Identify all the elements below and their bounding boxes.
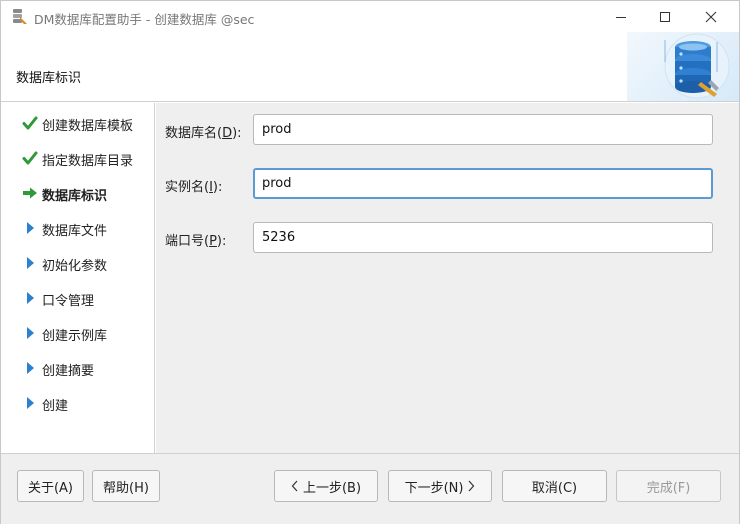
- triangle-right-icon: [21, 359, 39, 377]
- database-identity-form: 数据库名(D): 实例名(I): 端口号(P):: [156, 103, 739, 453]
- step-database-identity: 数据库标识: [3, 182, 155, 204]
- step-label: 数据库文件: [42, 224, 108, 239]
- step-database-files: 数据库文件: [3, 217, 155, 239]
- port-input[interactable]: [253, 222, 713, 253]
- step-create-template: 创建数据库模板: [3, 112, 155, 134]
- previous-button[interactable]: 上一步(B): [274, 470, 378, 502]
- close-icon: [705, 11, 717, 22]
- previous-button-label: 上一步(B): [302, 480, 362, 496]
- step-label: 初始化参数: [42, 259, 108, 274]
- finish-button-label: 完成(F): [646, 480, 691, 496]
- step-init-params: 初始化参数: [3, 252, 155, 274]
- cancel-button-label: 取消(C): [531, 480, 578, 496]
- db-name-label: 数据库名(D):: [165, 126, 242, 141]
- step-label: 创建摘要: [42, 364, 95, 379]
- chevron-right-icon: [468, 480, 475, 492]
- triangle-right-icon: [21, 394, 39, 412]
- step-specify-directory: 指定数据库目录: [3, 147, 155, 169]
- triangle-right-icon: [21, 289, 39, 307]
- wizard-footer: 关于(A) 帮助(H) 上一步(B) 下一步(N) 取消(C) 完成(F): [1, 453, 739, 524]
- finish-button[interactable]: 完成(F): [616, 470, 721, 502]
- step-create-summary: 创建摘要: [3, 357, 155, 379]
- help-button-label: 帮助(H): [103, 480, 149, 496]
- close-button[interactable]: [688, 1, 734, 32]
- title-bar: DM数据库配置助手 - 创建数据库 @sec: [1, 1, 739, 32]
- check-icon: [21, 114, 39, 132]
- step-label: 口令管理: [42, 294, 95, 309]
- cancel-button[interactable]: 取消(C): [502, 470, 607, 502]
- minimize-icon: [616, 16, 626, 18]
- next-button-label: 下一步(N): [404, 480, 464, 496]
- about-button-label: 关于(A): [27, 480, 74, 496]
- instance-name-input[interactable]: [253, 168, 713, 199]
- page-header: 数据库标识: [1, 32, 739, 102]
- triangle-right-icon: [21, 324, 39, 342]
- triangle-right-icon: [21, 254, 39, 272]
- wizard-steps-sidebar: 创建数据库模板 指定数据库目录 数据库标识 数据库文件 初始化参数 口令管理 创…: [3, 103, 155, 453]
- arrow-right-icon: [21, 184, 39, 202]
- step-label: 创建示例库: [42, 329, 108, 344]
- maximize-button[interactable]: [642, 1, 688, 32]
- check-icon: [21, 149, 39, 167]
- header-banner: [627, 32, 739, 101]
- port-label: 端口号(P):: [165, 234, 227, 249]
- minimize-button[interactable]: [598, 1, 644, 32]
- dm-config-assistant-window: DM数据库配置助手 - 创建数据库 @sec 数据库标识 创建数据库模板 指定数…: [0, 0, 740, 524]
- instance-name-label: 实例名(I):: [165, 180, 223, 195]
- db-name-input[interactable]: [253, 114, 713, 145]
- step-label: 指定数据库目录: [42, 154, 134, 169]
- maximize-icon: [660, 11, 670, 22]
- step-create: 创建: [3, 392, 155, 414]
- step-create-sample-db: 创建示例库: [3, 322, 155, 344]
- step-label: 创建数据库模板: [42, 119, 134, 134]
- app-icon: [12, 8, 28, 25]
- triangle-right-icon: [21, 219, 39, 237]
- next-button[interactable]: 下一步(N): [388, 470, 492, 502]
- step-label: 创建: [42, 399, 69, 414]
- about-button[interactable]: 关于(A): [17, 470, 84, 502]
- chevron-left-icon: [291, 480, 298, 492]
- database-server-icon: [664, 33, 730, 99]
- window-title: DM数据库配置助手 - 创建数据库 @sec: [34, 12, 255, 27]
- help-button[interactable]: 帮助(H): [92, 470, 160, 502]
- step-password-management: 口令管理: [3, 287, 155, 309]
- step-label: 数据库标识: [42, 189, 108, 204]
- page-title: 数据库标识: [16, 71, 82, 86]
